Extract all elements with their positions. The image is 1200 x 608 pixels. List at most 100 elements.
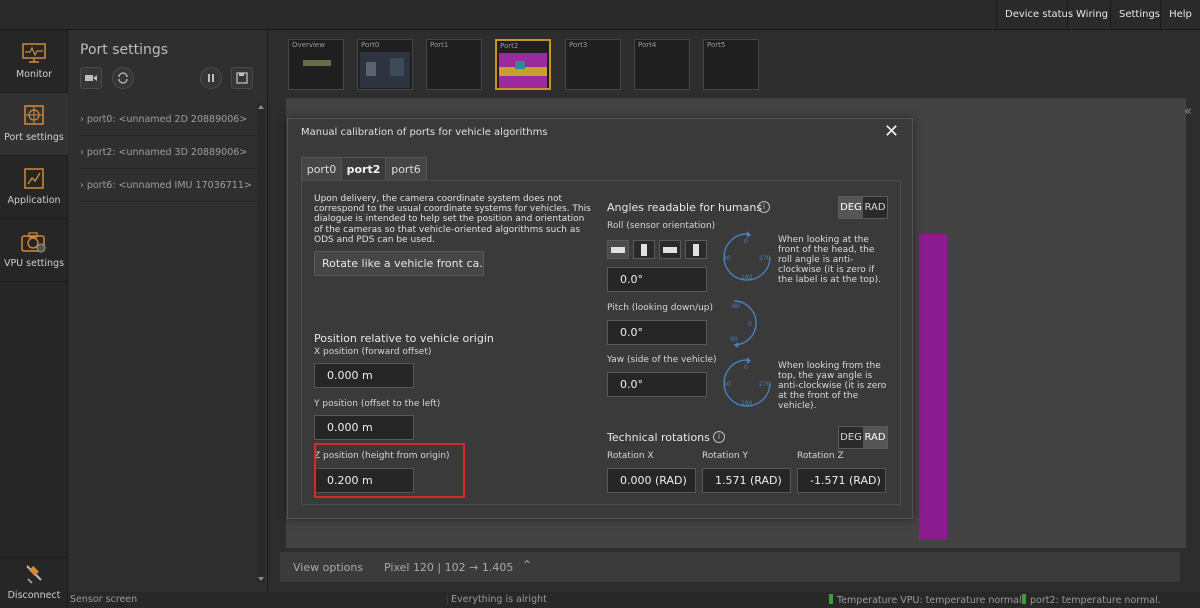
tab-port6[interactable]: port6 bbox=[385, 157, 427, 181]
dial-tick: 0 bbox=[748, 321, 752, 328]
rotation-x-label: Rotation X bbox=[607, 451, 654, 461]
left-nav: Monitor Port settings Application VPU se… bbox=[0, 30, 68, 608]
calibration-dialog: Manual calibration of ports for vehicle … bbox=[287, 118, 913, 519]
nav-label: Port settings bbox=[4, 132, 64, 143]
technical-heading: Technical rotations bbox=[607, 431, 710, 444]
port-settings-panel: Port settings › port0: <unnamed 2D 20889… bbox=[68, 30, 268, 592]
nav-item-disconnect[interactable]: Disconnect bbox=[0, 557, 68, 608]
pitch-input[interactable]: 0.0° bbox=[607, 320, 707, 345]
tab-port2[interactable]: port2 bbox=[341, 157, 386, 181]
deg-toggle[interactable]: DEG bbox=[839, 427, 863, 448]
monitor-icon bbox=[22, 43, 46, 63]
thumbnail-preview bbox=[360, 52, 410, 88]
panel-title: Port settings bbox=[80, 42, 169, 58]
thumbnail-port1[interactable]: Port1 bbox=[426, 39, 482, 90]
rotation-y-label: Rotation Y bbox=[702, 451, 748, 461]
orientation-label-top-icon[interactable] bbox=[607, 240, 629, 259]
yaw-input[interactable]: 0.0° bbox=[607, 372, 707, 397]
view-options-button[interactable]: View options bbox=[293, 561, 363, 574]
thumbnail-port0[interactable]: Port0 bbox=[357, 39, 413, 90]
thumbnail-overview[interactable]: Overview bbox=[288, 39, 344, 90]
rotation-z-label: Rotation Z bbox=[797, 451, 844, 461]
thumbnail-label: Overview bbox=[292, 41, 325, 49]
sync-button[interactable] bbox=[112, 67, 134, 89]
orientation-label-bottom-icon[interactable] bbox=[659, 240, 681, 259]
y-position-input[interactable]: 0.000 m bbox=[314, 415, 414, 440]
expand-up-icon[interactable]: ⌃ bbox=[522, 558, 532, 572]
collapse-right-icon[interactable]: « bbox=[1184, 105, 1196, 118]
dial-tick: 90 bbox=[723, 255, 731, 262]
y-position-label: Y position (offset to the left) bbox=[314, 399, 441, 409]
status-screen: Sensor screen bbox=[70, 594, 138, 605]
menu-settings[interactable]: Settings bbox=[1110, 0, 1160, 30]
deg-toggle[interactable]: DEG bbox=[839, 197, 863, 218]
pause-icon bbox=[208, 74, 214, 82]
rotation-z-input[interactable]: -1.571 (RAD) bbox=[797, 468, 886, 493]
angles-heading: Angles readable for humans bbox=[607, 201, 763, 214]
status-ok-icon bbox=[829, 594, 833, 604]
status-text: Temperature VPU: temperature normal bbox=[837, 595, 1022, 606]
thumbnail-label: Port2 bbox=[500, 42, 519, 50]
roll-label: Roll (sensor orientation) bbox=[607, 221, 716, 231]
port-list-item[interactable]: › port6: <unnamed IMU 17036711> bbox=[80, 169, 258, 202]
nav-label: Application bbox=[7, 195, 61, 206]
thumbnail-preview bbox=[499, 53, 547, 88]
top-menu: Device status Wiring Settings Help bbox=[996, 0, 1200, 30]
position-heading: Position relative to vehicle origin bbox=[314, 332, 494, 345]
port-list-item[interactable]: › port0: <unnamed 2D 20889006> bbox=[80, 103, 258, 136]
thumbnail-port4[interactable]: Port4 bbox=[634, 39, 690, 90]
thumbnail-port2[interactable]: Port2 bbox=[495, 39, 551, 90]
pixel-info: Pixel 120 | 102 → 1.405 bbox=[384, 561, 514, 574]
nav-item-application[interactable]: Application bbox=[0, 156, 68, 219]
pause-button[interactable] bbox=[200, 67, 222, 89]
rotate-front-camera-button[interactable]: Rotate like a vehicle front ca... bbox=[314, 251, 484, 276]
close-icon[interactable]: ✕ bbox=[884, 122, 899, 142]
port-list: › port0: <unnamed 2D 20889006> › port2: … bbox=[80, 103, 258, 202]
save-icon bbox=[236, 72, 248, 84]
angle-unit-toggle[interactable]: DEG RAD bbox=[838, 196, 888, 219]
dial-tick: 0 bbox=[744, 364, 748, 371]
thumbnail-preview bbox=[303, 60, 331, 66]
nav-label: Monitor bbox=[15, 69, 53, 80]
yaw-label: Yaw (side of the vehicle) bbox=[607, 355, 717, 365]
thumbnail-port5[interactable]: Port5 bbox=[703, 39, 759, 90]
crosshair-icon bbox=[24, 105, 44, 125]
status-ok-icon bbox=[1022, 594, 1026, 604]
rad-toggle[interactable]: RAD bbox=[863, 427, 887, 448]
tab-port0[interactable]: port0 bbox=[301, 157, 342, 181]
dial-tick: -90 bbox=[730, 303, 740, 310]
dial-tick: 270 bbox=[759, 381, 771, 388]
nav-label: Disconnect bbox=[7, 590, 61, 601]
top-bar: Device status Wiring Settings Help bbox=[0, 0, 1200, 30]
roll-input[interactable]: 0.0° bbox=[607, 267, 707, 292]
panel-scrollbar[interactable] bbox=[257, 103, 265, 583]
thumbnail-port3[interactable]: Port3 bbox=[565, 39, 621, 90]
port-list-item[interactable]: › port2: <unnamed 3D 20889006> bbox=[80, 136, 258, 169]
scroll-down-icon[interactable] bbox=[258, 577, 264, 581]
info-icon[interactable]: i bbox=[713, 431, 725, 443]
rad-toggle[interactable]: RAD bbox=[863, 197, 887, 218]
nav-item-port-settings[interactable]: Port settings bbox=[0, 93, 68, 156]
menu-help[interactable]: Help bbox=[1160, 0, 1200, 30]
dialog-title: Manual calibration of ports for vehicle … bbox=[301, 127, 548, 138]
info-icon[interactable]: i bbox=[758, 201, 770, 213]
rotation-y-input[interactable]: 1.571 (RAD) bbox=[702, 468, 791, 493]
menu-wiring[interactable]: Wiring bbox=[1067, 0, 1110, 30]
rotation-x-input[interactable]: 0.000 (RAD) bbox=[607, 468, 696, 493]
scroll-up-icon[interactable] bbox=[258, 105, 264, 109]
menu-device-status[interactable]: Device status bbox=[996, 0, 1073, 30]
thumbnail-label: Port1 bbox=[430, 41, 449, 49]
orientation-label-left-icon[interactable] bbox=[633, 240, 655, 259]
nav-item-vpu-settings[interactable]: VPU settings bbox=[0, 219, 68, 282]
dialog-body: Upon delivery, the camera coordinate sys… bbox=[301, 180, 901, 505]
orientation-label-right-icon[interactable] bbox=[685, 240, 707, 259]
dial-tick: 0 bbox=[744, 238, 748, 245]
x-position-input[interactable]: 0.000 m bbox=[314, 363, 414, 388]
technical-unit-toggle[interactable]: DEG RAD bbox=[838, 426, 888, 449]
highlight-box bbox=[314, 443, 465, 498]
record-button[interactable] bbox=[80, 67, 102, 89]
nav-item-monitor[interactable]: Monitor bbox=[0, 30, 68, 93]
thumbnail-label: Port5 bbox=[707, 41, 726, 49]
save-button[interactable] bbox=[231, 67, 253, 89]
pitch-dial-icon: -90 0 90 bbox=[730, 300, 757, 348]
